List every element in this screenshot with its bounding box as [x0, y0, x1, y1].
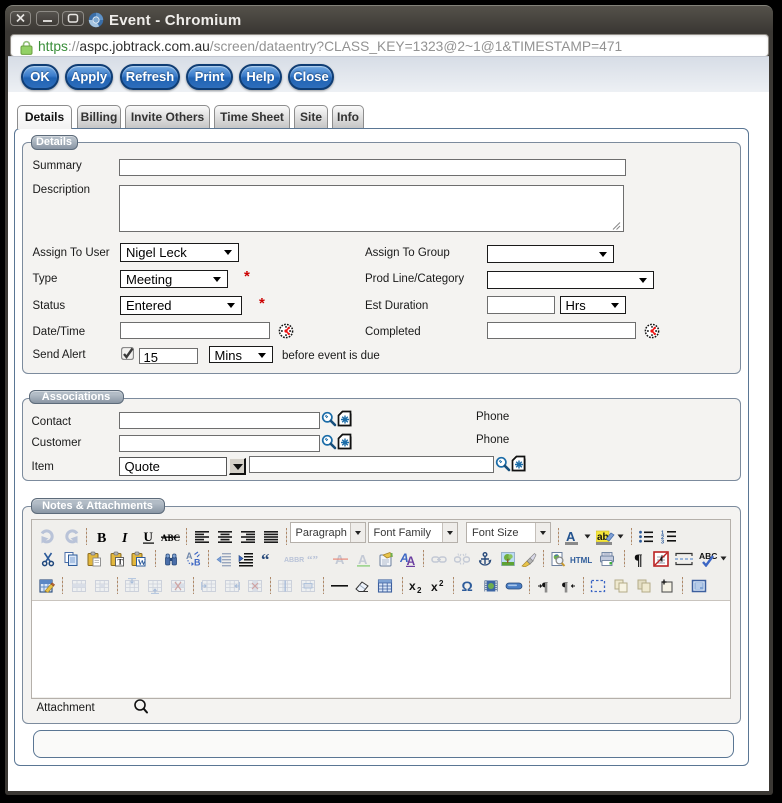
svg-text:“”: “”	[307, 554, 318, 566]
svg-text:Ω: Ω	[462, 578, 473, 594]
svg-text:x: x	[431, 580, 438, 594]
svg-text:A: A	[186, 551, 193, 561]
svg-text:I: I	[121, 531, 128, 545]
svg-text:x: x	[409, 579, 416, 593]
svg-text:B: B	[97, 531, 106, 545]
svg-text:ABBR: ABBR	[284, 557, 304, 564]
svg-text:HTML: HTML	[570, 556, 592, 565]
svg-text:ABC: ABC	[699, 551, 717, 561]
svg-text:A: A	[358, 552, 368, 567]
svg-text:A: A	[566, 529, 576, 544]
svg-text:¶: ¶	[634, 552, 643, 567]
svg-text:“: “	[261, 551, 270, 567]
svg-text:2: 2	[439, 579, 444, 588]
svg-text:¶: ¶	[562, 579, 568, 594]
svg-text:W: W	[137, 556, 146, 566]
svg-text:2: 2	[417, 586, 422, 594]
svg-text:B: B	[194, 557, 201, 567]
svg-text:A: A	[406, 554, 415, 567]
svg-text:ABC: ABC	[161, 533, 180, 543]
svg-text:T: T	[117, 557, 123, 566]
svg-text:U: U	[144, 529, 154, 544]
svg-text:¶: ¶	[542, 579, 548, 594]
svg-text:3: 3	[661, 539, 664, 544]
